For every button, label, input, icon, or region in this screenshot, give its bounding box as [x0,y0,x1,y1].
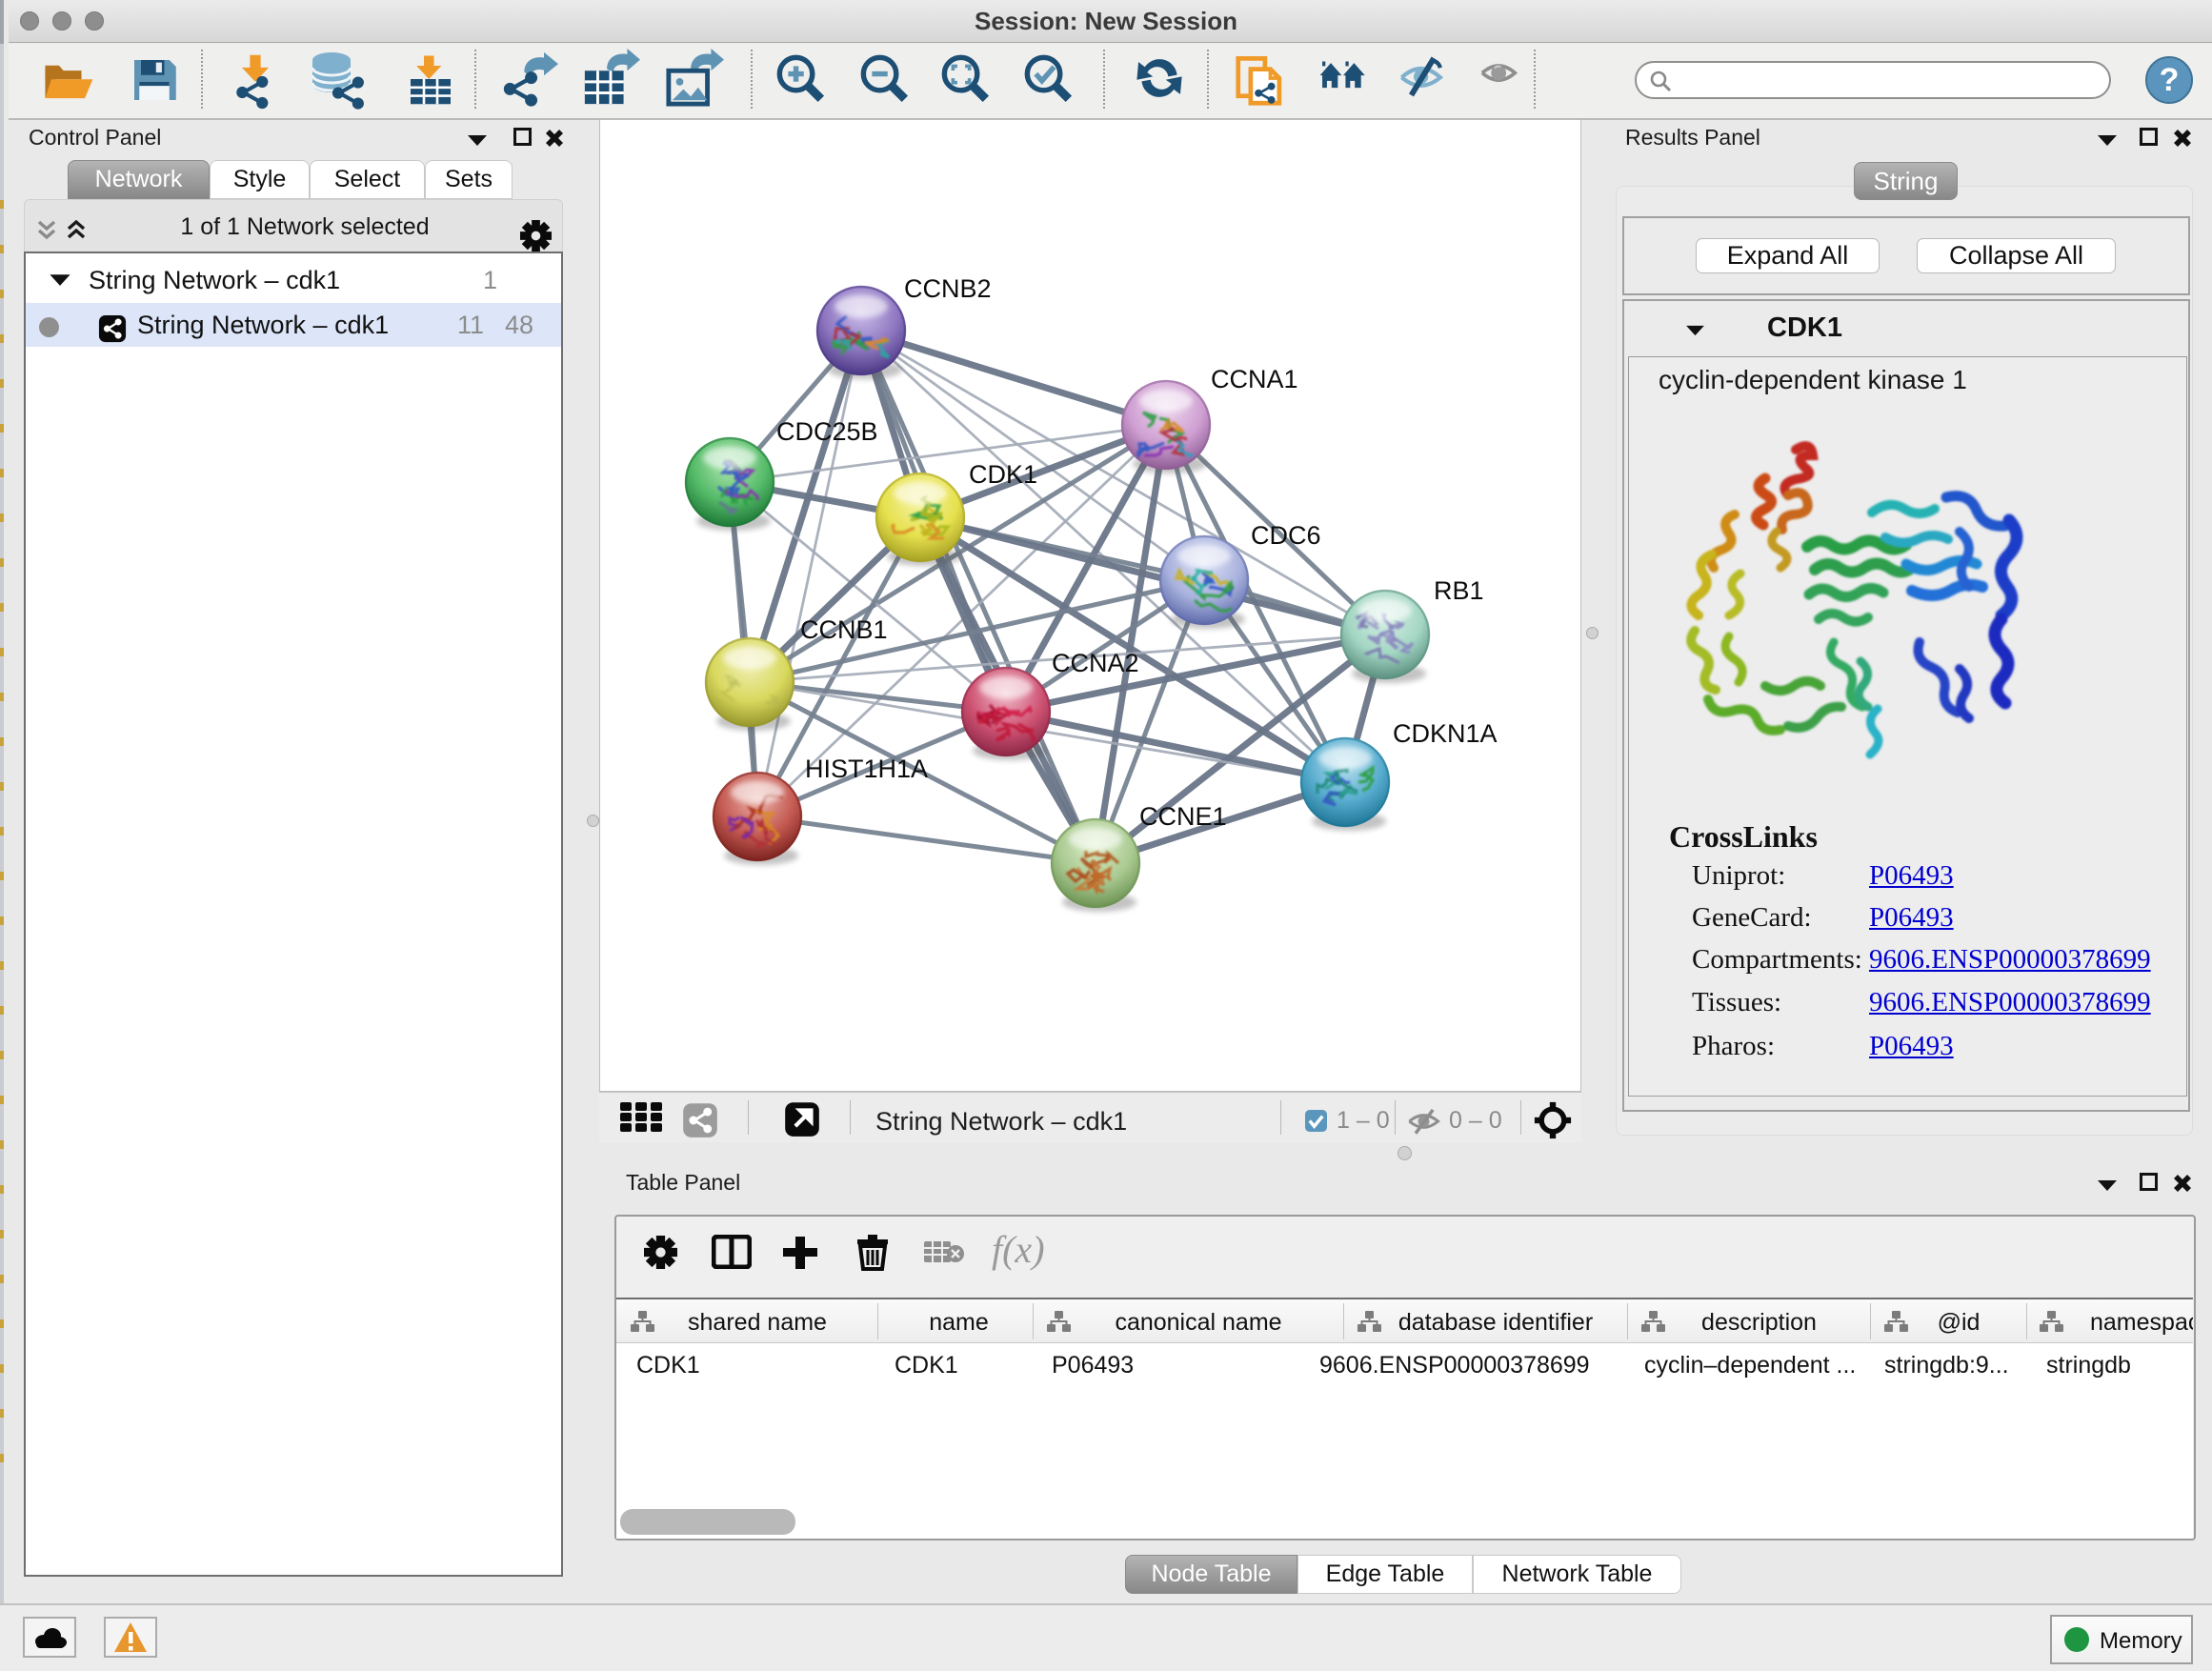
svg-text:HIST1H1A: HIST1H1A [805,755,928,783]
svg-text:CDK1: CDK1 [969,460,1037,489]
svg-text:CCNB2: CCNB2 [904,274,992,303]
svg-text:RB1: RB1 [1434,576,1484,605]
svg-text:CCNA2: CCNA2 [1052,649,1139,677]
svg-text:CDKN1A: CDKN1A [1393,719,1498,748]
svg-text:CCNE1: CCNE1 [1139,802,1227,831]
svg-text:CCNA1: CCNA1 [1211,365,1298,393]
svg-text:CCNB1: CCNB1 [800,615,888,644]
svg-text:CDC25B: CDC25B [776,417,878,446]
svg-text:CDC6: CDC6 [1251,521,1321,550]
